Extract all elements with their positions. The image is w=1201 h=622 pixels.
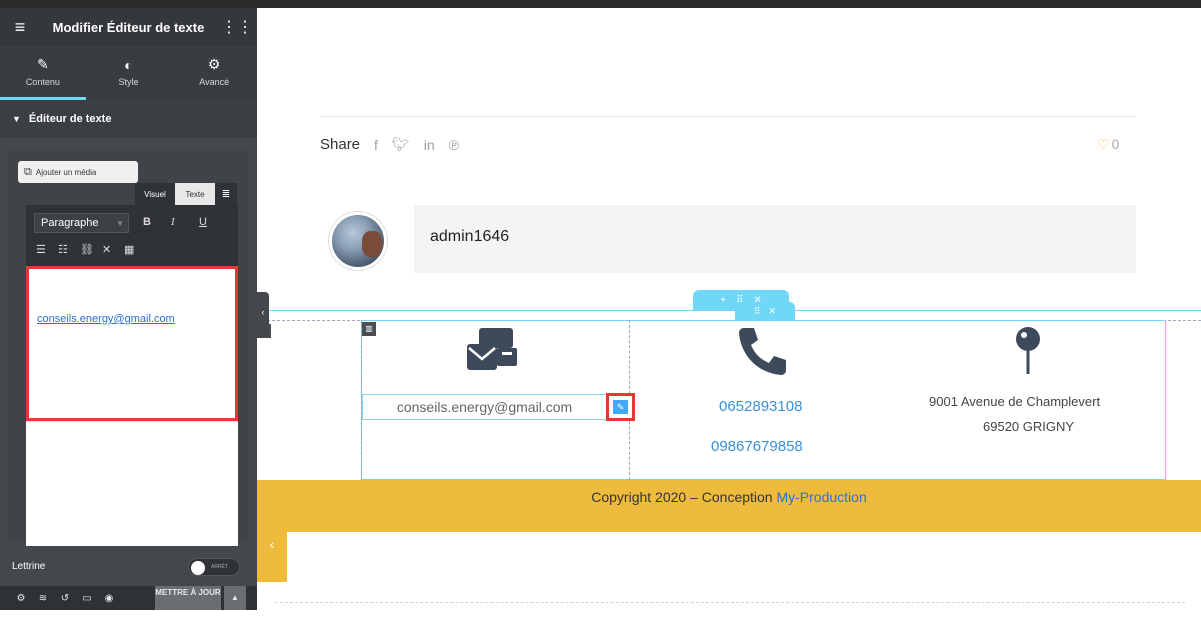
- pencil-icon: ✎: [613, 400, 628, 414]
- tab-label: Contenu: [25, 77, 60, 87]
- share-bar: Share f 🐦︎ in ℗: [320, 136, 473, 153]
- bold-icon[interactable]: B: [143, 216, 151, 228]
- sidebar-title: Modifier Éditeur de texte: [52, 19, 205, 35]
- heart-icon: ♡: [1097, 136, 1110, 152]
- browser-top-edge: [0, 0, 1201, 8]
- responsive-icon[interactable]: ▭: [76, 593, 98, 604]
- editor-email-link[interactable]: conseils.energy@gmail.com: [37, 313, 175, 325]
- address-line-1: 9001 Avenue de Champlevert: [929, 394, 1101, 409]
- paragraph-select[interactable]: Paragraphe ▼: [34, 213, 129, 233]
- author-name[interactable]: admin1646: [430, 228, 509, 246]
- close-icon[interactable]: ✕: [769, 306, 777, 317]
- add-icon[interactable]: +: [720, 295, 726, 306]
- keyboard-icon[interactable]: ▦: [124, 243, 134, 256]
- avatar: [329, 212, 387, 270]
- editor-body[interactable]: [26, 421, 238, 546]
- database-icon[interactable]: ≣: [215, 183, 237, 205]
- sidebar-header: ≡ Modifier Éditeur de texte ⋮⋮: [0, 8, 257, 46]
- email-text-widget[interactable]: conseils.energy@gmail.com: [362, 394, 607, 420]
- numbered-list-icon[interactable]: ☷: [58, 243, 68, 256]
- copyright-footer: Copyright 2020 – Conception My-Productio…: [257, 480, 1201, 532]
- link-icon[interactable]: ⛓: [80, 243, 94, 256]
- pinterest-icon[interactable]: ℗: [449, 137, 459, 153]
- section-toggle-editeur[interactable]: ▼ Éditeur de texte: [0, 100, 257, 138]
- twitter-icon[interactable]: 🐦︎: [392, 136, 410, 153]
- phone-number-1[interactable]: 0652893108: [719, 398, 802, 415]
- toggle-knob: [191, 561, 205, 575]
- history-icon[interactable]: ↺: [54, 593, 76, 604]
- paragraph-select-value: Paragraphe: [41, 217, 99, 229]
- caret-down-icon: ▼: [12, 114, 21, 124]
- fullscreen-icon[interactable]: ✕: [102, 243, 111, 256]
- divider: [320, 116, 1136, 117]
- likes-counter[interactable]: ♡ 0: [1097, 136, 1119, 153]
- toggle-label: ARRÊT: [211, 564, 228, 570]
- settings-icon[interactable]: ⚙: [10, 593, 32, 604]
- collapse-sidebar-toggle[interactable]: ‹: [257, 292, 269, 338]
- widgets-grid-icon[interactable]: ⋮⋮: [217, 17, 257, 37]
- brand-link[interactable]: My-Production: [776, 489, 866, 505]
- underline-icon[interactable]: U: [199, 216, 207, 228]
- tab-style[interactable]: ◐ Style: [86, 46, 172, 100]
- tab-label: Avancé: [199, 77, 230, 87]
- address-line-2: 69520 GRIGNY: [983, 419, 1075, 434]
- edit-widget-button[interactable]: ✎: [606, 393, 635, 421]
- tab-avance[interactable]: ⚙ Avancé: [171, 46, 257, 100]
- half-circle-icon: ◐: [124, 56, 133, 73]
- preview-icon[interactable]: ◉: [98, 593, 120, 604]
- add-media-label: Ajouter un média: [35, 167, 97, 177]
- menu-icon[interactable]: ≡: [0, 17, 40, 38]
- italic-icon[interactable]: I: [171, 216, 175, 228]
- author-box: [414, 205, 1136, 273]
- inner-section-handle[interactable]: ⠿ ✕: [735, 302, 795, 320]
- chevron-down-icon: ▼: [116, 218, 124, 228]
- mail-contact-icon: [467, 328, 517, 370]
- drag-icon[interactable]: ⠿: [754, 306, 761, 317]
- tab-contenu[interactable]: ✎ Contenu: [0, 46, 86, 100]
- tab-texte[interactable]: Texte: [175, 183, 215, 205]
- add-media-button[interactable]: ⧉ Ajouter un média: [18, 161, 138, 183]
- panel-tabs: ✎ Contenu ◐ Style ⚙ Avancé: [0, 46, 257, 100]
- pencil-icon: ✎: [36, 56, 49, 72]
- likes-count: 0: [1111, 136, 1120, 152]
- column-edit-handle[interactable]: ▥: [362, 322, 376, 336]
- section-selection-line: [257, 310, 1201, 311]
- editor-mode-tabs: Visuel Texte ≣: [135, 183, 237, 205]
- lettrine-label: Lettrine: [12, 561, 46, 572]
- phone-icon: [739, 328, 786, 375]
- avatar-photo: [362, 231, 382, 257]
- facebook-icon[interactable]: f: [374, 137, 378, 153]
- layers-icon[interactable]: ≋: [32, 593, 54, 604]
- chevron-left-icon[interactable]: ‹: [257, 532, 287, 582]
- linkedin-icon[interactable]: in: [424, 137, 435, 153]
- copyright-text: Copyright 2020 – Conception: [591, 489, 777, 505]
- empty-section-placeholder[interactable]: [275, 602, 1185, 622]
- rich-text-editor[interactable]: conseils.energy@gmail.com: [26, 266, 238, 421]
- gear-icon: ⚙: [207, 56, 221, 72]
- share-label: Share: [320, 136, 361, 153]
- bullet-list-icon[interactable]: ☰: [36, 243, 46, 256]
- media-icon: ⧉: [24, 165, 32, 178]
- tab-visuel[interactable]: Visuel: [135, 183, 175, 205]
- location-pin-icon: [1016, 327, 1040, 374]
- phone-number-2[interactable]: 09867679858: [711, 438, 803, 455]
- sidebar-footer: ⚙ ≋ ↺ ▭ ◉ METTRE À JOUR ▲: [0, 586, 257, 610]
- editor-sidebar: ≡ Modifier Éditeur de texte ⋮⋮ ✎ Contenu…: [0, 8, 257, 610]
- page-canvas: Share f 🐦︎ in ℗ ♡0 admin1646 + ⠿ ✕ ⠿ ✕ ]…: [257, 8, 1201, 610]
- update-button[interactable]: METTRE À JOUR: [155, 586, 221, 610]
- formatting-toolbar: Paragraphe ▼ B I U ☰ ☷ ⛓ ✕ ▦: [26, 205, 238, 273]
- lettrine-toggle[interactable]: ARRÊT: [188, 558, 240, 576]
- section-title: Éditeur de texte: [28, 113, 112, 125]
- caret-up-icon[interactable]: ▲: [224, 586, 246, 610]
- tab-label: Style: [118, 76, 139, 87]
